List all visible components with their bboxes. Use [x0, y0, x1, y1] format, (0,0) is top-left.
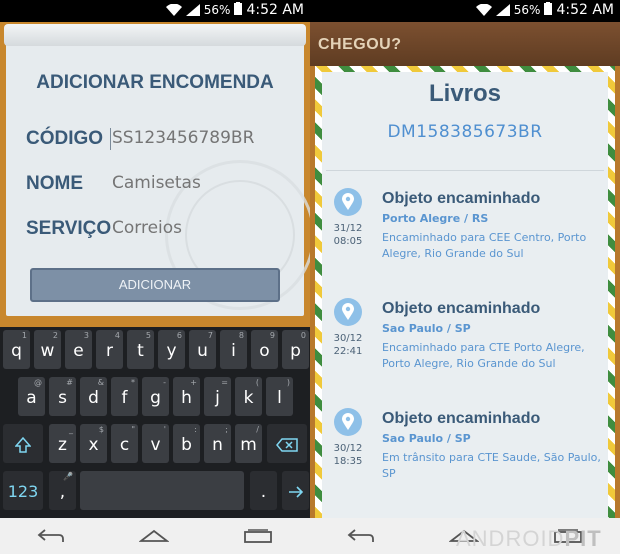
key-d[interactable]: & d [80, 377, 107, 416]
signal-icon [185, 4, 200, 16]
battery-percent: 56% [513, 3, 541, 17]
key-e[interactable]: 3e [65, 330, 92, 369]
name-row: NOME [26, 173, 286, 197]
key-b[interactable]: :b [173, 424, 200, 463]
tracking-event[interactable]: 30/12 22:41 Objeto encaminhado Sao Paulo… [324, 298, 610, 398]
event-place: Porto Alegre / RS [382, 212, 489, 225]
wifi-icon [165, 4, 182, 16]
key-q[interactable]: 1q [3, 330, 30, 369]
event-time: 18:35 [333, 456, 363, 467]
recent-apps-icon[interactable] [243, 528, 273, 544]
event-description: Encaminhado para CTE Porto Alegre, Porto… [382, 341, 585, 370]
key-w[interactable]: 2w [34, 330, 61, 369]
key-u[interactable]: 7u [189, 330, 216, 369]
event-date: 31/12 [333, 223, 363, 234]
back-icon[interactable] [37, 528, 65, 544]
item-title: Livros [428, 80, 502, 107]
key-n[interactable]: ; n [204, 424, 231, 463]
key-v[interactable]: ' v [142, 424, 169, 463]
key-comma[interactable]: 🎤, [49, 471, 76, 510]
key-t[interactable]: 5t [127, 330, 154, 369]
service-row: SERVIÇO [26, 218, 286, 242]
home-icon[interactable] [139, 528, 169, 544]
divider [326, 170, 604, 171]
add-button[interactable]: ADICIONAR [30, 268, 280, 302]
key-g[interactable]: -g [142, 377, 169, 416]
key-j[interactable]: = j [204, 377, 231, 416]
paper-roll [4, 24, 306, 46]
event-place: Sao Paulo / SP [382, 322, 471, 335]
event-datetime: 31/12 08:05 [326, 222, 370, 248]
key-h[interactable]: + h [173, 377, 200, 416]
status-bar: 56% 4:52 AM [310, 0, 620, 22]
androidpit-watermark: ANDROIDPIT [456, 526, 602, 551]
location-pin-icon [334, 408, 362, 436]
text-cursor [110, 128, 111, 150]
tracking-code: DM158385673BR [387, 122, 543, 142]
form-title: ADICIONAR ENCOMENDA [36, 72, 274, 93]
name-input[interactable] [112, 173, 282, 193]
shift-icon [14, 435, 32, 455]
event-description: Encaminhado para CEE Centro, Porto Alegr… [382, 231, 587, 260]
battery-icon [544, 2, 553, 18]
left-screen: 56% 4:52 AM ADICIONAR ENCOMENDA CÓDIGO N… [0, 0, 310, 554]
battery-icon [234, 2, 243, 18]
enter-key[interactable] [282, 471, 309, 510]
key-y[interactable]: 6y [158, 330, 185, 369]
key-i[interactable]: 8i [220, 330, 247, 369]
location-pin-icon [334, 298, 362, 326]
location-pin-icon [334, 188, 362, 216]
name-label: NOME [26, 173, 83, 194]
clock: 4:52 AM [246, 2, 304, 18]
key-z[interactable]: _ z [49, 424, 76, 463]
navigation-bar [0, 518, 310, 554]
right-screen: 56% 4:52 AM CHEGOU? Livros DM158385673BR… [310, 0, 620, 554]
key-r[interactable]: 4r [96, 330, 123, 369]
key-l[interactable]: ) l [266, 377, 293, 416]
back-icon[interactable] [347, 528, 375, 544]
event-date: 30/12 [333, 333, 363, 344]
clock: 4:52 AM [556, 2, 614, 18]
event-datetime: 30/12 18:35 [326, 442, 370, 468]
event-datetime: 30/12 22:41 [326, 332, 370, 358]
key-f[interactable]: * f [111, 377, 138, 416]
keyboard: 1q 2w 3e 4r 5t 6y 7u 8i 9o 0p @ a # s & d *… [0, 327, 310, 518]
key-p[interactable]: 0p [282, 330, 309, 369]
code-label: CÓDIGO [26, 128, 104, 149]
code-input[interactable] [112, 128, 282, 148]
symbols-key[interactable]: 123 [3, 471, 43, 510]
status-bar: 56% 4:52 AM [0, 0, 310, 22]
space-key[interactable] [80, 471, 244, 510]
microphone-icon: 🎤 [63, 472, 73, 481]
event-place: Sao Paulo / SP [382, 432, 471, 445]
key-c[interactable]: " c [111, 424, 138, 463]
key-s[interactable]: # s [49, 377, 76, 416]
event-title: Objeto encaminhado [382, 410, 541, 427]
key-a[interactable]: @ a [18, 377, 45, 416]
tracking-event[interactable]: 30/12 18:35 Objeto encaminhado Sao Paulo… [324, 408, 610, 508]
key-k[interactable]: (k [235, 377, 262, 416]
key-o[interactable]: 9o [251, 330, 278, 369]
signal-icon [495, 4, 510, 16]
code-row: CÓDIGO [26, 128, 286, 152]
event-date: 30/12 [333, 443, 363, 454]
next-arrow-icon [288, 482, 304, 502]
backspace-key[interactable] [267, 424, 307, 463]
key-period[interactable]: . [250, 471, 277, 510]
wifi-icon [475, 4, 492, 16]
key-x[interactable]: $ x [80, 424, 107, 463]
backspace-icon [276, 435, 298, 455]
shift-key[interactable] [3, 424, 43, 463]
service-input[interactable] [112, 218, 282, 238]
app-title: CHEGOU? [318, 36, 402, 53]
event-title: Objeto encaminhado [382, 190, 541, 207]
tracking-event[interactable]: 31/12 08:05 Objeto encaminhado Porto Ale… [324, 188, 610, 288]
battery-percent: 56% [203, 3, 231, 17]
event-time: 22:41 [333, 346, 363, 357]
event-time: 08:05 [333, 236, 363, 247]
event-title: Objeto encaminhado [382, 300, 541, 317]
key-m[interactable]: / m [235, 424, 262, 463]
service-label: SERVIÇO [26, 218, 112, 239]
event-description: Em trânsito para CTE Saude, São Paulo, S… [382, 451, 601, 480]
